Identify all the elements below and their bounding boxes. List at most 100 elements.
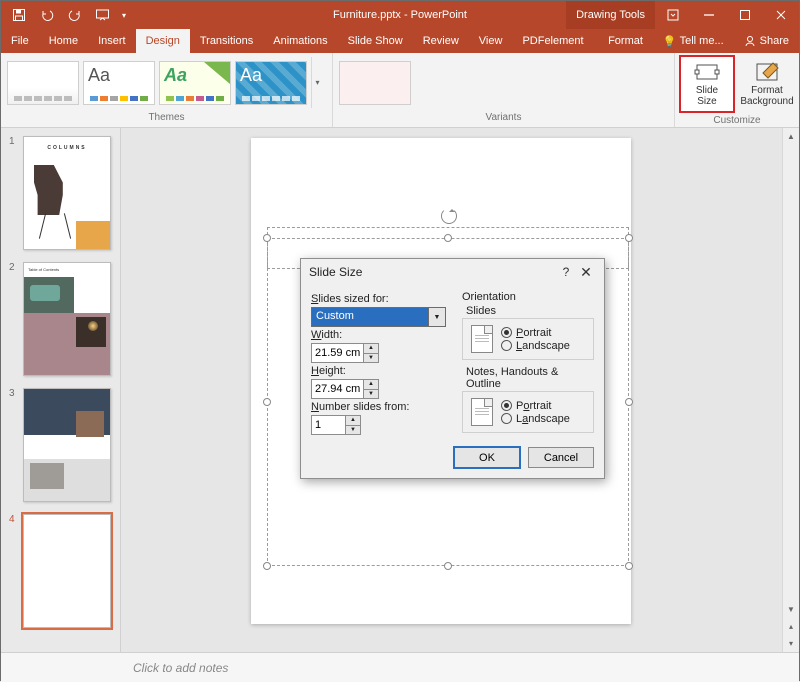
tab-transitions[interactable]: Transitions xyxy=(190,29,263,53)
number-from-field[interactable]: ▲▼ xyxy=(311,415,361,435)
themes-more-button[interactable]: ▾ xyxy=(311,57,323,108)
sized-for-combo[interactable]: Custom ▼ xyxy=(311,307,446,327)
number-from-input[interactable] xyxy=(311,415,346,435)
save-button[interactable] xyxy=(7,4,31,26)
ribbon-tabs: File Home Insert Design Transitions Anim… xyxy=(1,29,799,53)
close-window-button[interactable] xyxy=(763,1,799,29)
spin-up-button[interactable]: ▲ xyxy=(364,343,379,353)
theme-option[interactable] xyxy=(7,61,79,105)
start-slideshow-button[interactable] xyxy=(91,4,115,26)
tab-insert[interactable]: Insert xyxy=(88,29,136,53)
spin-up-button[interactable]: ▲ xyxy=(346,415,361,425)
next-slide-button[interactable]: ▾ xyxy=(783,635,799,652)
theme-option[interactable]: Aa xyxy=(159,61,231,105)
notes-landscape-radio[interactable]: Landscape xyxy=(501,413,570,425)
resize-handle[interactable] xyxy=(444,234,452,242)
dialog-help-button[interactable]: ? xyxy=(556,265,576,279)
qat-more-button[interactable]: ▾ xyxy=(119,4,129,26)
cancel-button[interactable]: Cancel xyxy=(528,447,594,468)
notes-portrait-radio[interactable]: Portrait xyxy=(501,400,570,412)
dialog-titlebar[interactable]: Slide Size ? ✕ xyxy=(301,259,604,285)
notes-orientation-group: Portrait Landscape xyxy=(462,391,594,433)
notes-placeholder: Click to add notes xyxy=(133,661,228,675)
slide-number: 3 xyxy=(9,388,17,399)
variant-option[interactable] xyxy=(339,61,411,105)
tab-home[interactable]: Home xyxy=(39,29,88,53)
portrait-radio[interactable]: Portrait xyxy=(501,327,570,339)
prev-slide-button[interactable]: ▴ xyxy=(783,618,799,635)
notes-pane[interactable]: Click to add notes xyxy=(1,652,799,682)
tab-view[interactable]: View xyxy=(469,29,513,53)
format-background-button[interactable]: Format Background xyxy=(739,55,795,113)
tell-me-search[interactable]: Tell me... xyxy=(653,29,734,53)
share-label: Share xyxy=(760,35,789,47)
spin-down-button[interactable]: ▼ xyxy=(364,389,379,400)
resize-handle[interactable] xyxy=(444,562,452,570)
ribbon-group-label: Customize xyxy=(675,115,799,127)
page-portrait-icon xyxy=(471,398,493,426)
ribbon-group-themes: Aa Aa Aa ▾ Themes xyxy=(1,53,333,127)
rotate-handle-icon[interactable] xyxy=(441,208,457,224)
vertical-scrollbar[interactable]: ▲ ▼ ▴ ▾ xyxy=(782,128,799,652)
slide-size-label: Slide Size xyxy=(696,85,718,107)
spin-up-button[interactable]: ▲ xyxy=(364,379,379,389)
theme-option[interactable]: Aa xyxy=(235,61,307,105)
slide-thumbnail[interactable]: COLUMNS xyxy=(23,136,111,250)
height-field[interactable]: ▲▼ xyxy=(311,379,379,399)
tab-design[interactable]: Design xyxy=(136,29,190,53)
format-bg-label: Format Background xyxy=(740,85,793,107)
ribbon: Aa Aa Aa ▾ Themes Variants Slide Size Fo… xyxy=(1,53,799,128)
spin-down-button[interactable]: ▼ xyxy=(364,353,379,364)
undo-button[interactable] xyxy=(35,4,59,26)
scroll-up-button[interactable]: ▲ xyxy=(783,128,799,145)
slide-number: 1 xyxy=(9,136,17,147)
ok-button[interactable]: OK xyxy=(454,447,520,468)
dialog-close-button[interactable]: ✕ xyxy=(576,264,596,281)
slide-size-dialog: Slide Size ? ✕ SSlides sized for:lides s… xyxy=(300,258,605,479)
tab-slideshow[interactable]: Slide Show xyxy=(338,29,413,53)
resize-handle[interactable] xyxy=(625,234,633,242)
slides-orientation-group: Portrait Landscape xyxy=(462,318,594,360)
resize-handle[interactable] xyxy=(263,234,271,242)
tab-format[interactable]: Format xyxy=(598,29,653,53)
resize-handle[interactable] xyxy=(263,398,271,406)
ribbon-group-label: Variants xyxy=(333,112,674,127)
theme-option[interactable]: Aa xyxy=(83,61,155,105)
quick-access-toolbar: ▾ xyxy=(7,4,129,26)
maximize-button[interactable] xyxy=(727,1,763,29)
chevron-down-icon[interactable]: ▼ xyxy=(429,307,446,327)
scroll-down-button[interactable]: ▼ xyxy=(783,601,799,618)
width-label: Width: xyxy=(311,329,446,341)
tab-file[interactable]: File xyxy=(1,29,39,53)
tab-animations[interactable]: Animations xyxy=(263,29,337,53)
width-field[interactable]: ▲▼ xyxy=(311,343,379,363)
ribbon-group-variants: Variants xyxy=(333,53,675,127)
minimize-button[interactable] xyxy=(691,1,727,29)
width-input[interactable] xyxy=(311,343,364,363)
ribbon-group-customize: Slide Size Format Background Customize xyxy=(675,53,799,127)
slides-orientation-label: Slides xyxy=(466,305,594,317)
slide-thumbnails-panel: 1 COLUMNS 2 Table of Contents 3 4 xyxy=(1,128,121,652)
ribbon-options-button[interactable] xyxy=(655,1,691,29)
slide-thumbnail[interactable] xyxy=(23,514,111,628)
ribbon-group-label: Themes xyxy=(1,112,332,127)
dialog-title: Slide Size xyxy=(309,265,362,279)
title-bar: ▾ Furniture.pptx - PowerPoint Drawing To… xyxy=(1,1,799,29)
sized-for-label: SSlides sized for:lides sized for: xyxy=(311,293,446,305)
spin-down-button[interactable]: ▼ xyxy=(346,425,361,436)
resize-handle[interactable] xyxy=(625,398,633,406)
slide-number: 2 xyxy=(9,262,17,273)
tab-review[interactable]: Review xyxy=(413,29,469,53)
slide-thumbnail[interactable] xyxy=(23,388,111,502)
orientation-label: Orientation xyxy=(462,291,594,303)
number-from-label: Number slides from: xyxy=(311,401,446,413)
resize-handle[interactable] xyxy=(263,562,271,570)
share-button[interactable]: Share xyxy=(734,29,799,53)
height-input[interactable] xyxy=(311,379,364,399)
resize-handle[interactable] xyxy=(625,562,633,570)
slide-size-button[interactable]: Slide Size xyxy=(679,55,735,113)
redo-button[interactable] xyxy=(63,4,87,26)
tab-pdfelement[interactable]: PDFelement xyxy=(512,29,593,53)
landscape-radio[interactable]: Landscape xyxy=(501,340,570,352)
slide-thumbnail[interactable]: Table of Contents xyxy=(23,262,111,376)
